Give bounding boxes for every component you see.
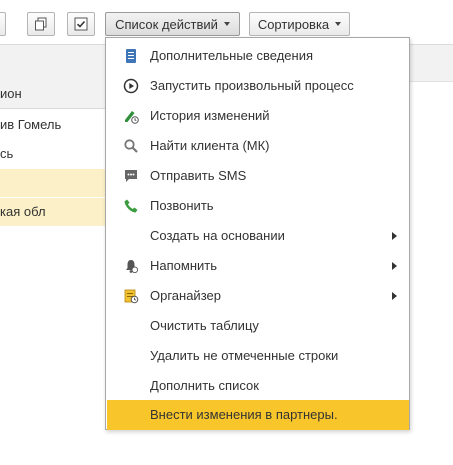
toolbar-button-partial[interactable] <box>0 12 6 36</box>
actions-list-label: Список действий <box>115 16 218 32</box>
menu-item-label: Внести изменения в партнеры. <box>150 407 338 422</box>
sort-button[interactable]: Сортировка <box>249 12 350 36</box>
table-cell: ив Гомель <box>0 117 62 132</box>
menu-item-label: Дополнительные сведения <box>150 48 314 63</box>
column-header-label: ион <box>0 86 22 101</box>
menu-item-label: Позвонить <box>150 198 214 213</box>
chevron-down-icon <box>335 22 342 26</box>
menu-item-update-partners[interactable]: Внести изменения в партнеры. <box>107 400 409 430</box>
menu-item-delete-unmarked-rows[interactable]: Удалить не отмеченные строки <box>107 341 409 371</box>
copy-icon <box>35 17 47 31</box>
table-row[interactable]: кая обл <box>0 198 120 226</box>
menu-item-label: Очистить таблицу <box>150 318 259 333</box>
chevron-down-icon <box>223 22 230 26</box>
actions-list-button[interactable]: Список действий <box>105 12 240 36</box>
history-pencil-icon <box>125 111 139 124</box>
menu-item-append-list[interactable]: Дополнить список <box>107 371 409 401</box>
menu-item-label: Найти клиента (МК) <box>150 138 270 153</box>
menu-item-label: Удалить не отмеченные строки <box>150 348 339 363</box>
menu-item-label: Органайзер <box>150 288 221 303</box>
menu-item-label: Создать на основании <box>150 228 285 243</box>
menu-item-organizer[interactable]: Органайзер <box>107 281 409 311</box>
search-icon <box>124 139 138 153</box>
menu-item-additional-info[interactable]: Дополнительные сведения <box>107 41 409 71</box>
submenu-arrow-icon <box>392 232 397 240</box>
checkbox-checked-icon <box>74 17 88 31</box>
menu-item-label: Отправить SMS <box>150 168 247 183</box>
screen: Список действий Сортировка ион ив Гомель… <box>0 0 453 465</box>
column-header-region[interactable]: ион <box>0 80 120 109</box>
menu-item-find-client[interactable]: Найти клиента (МК) <box>107 131 409 161</box>
menu-item-label: Напомнить <box>150 258 217 273</box>
menu-item-change-history[interactable]: История изменений <box>107 101 409 131</box>
menu-item-label: Дополнить список <box>150 378 259 393</box>
organizer-icon <box>124 289 139 304</box>
copy-button[interactable] <box>27 12 55 36</box>
menu-item-clear-table[interactable]: Очистить таблицу <box>107 311 409 341</box>
menu-item-label: История изменений <box>150 108 270 123</box>
table-row[interactable] <box>0 169 120 197</box>
table-row[interactable]: ив Гомель <box>0 111 120 139</box>
actions-dropdown-menu: Дополнительные сведения Запустить произв… <box>105 37 410 430</box>
menu-item-create-based-on[interactable]: Создать на основании <box>107 221 409 251</box>
menu-item-remind[interactable]: Напомнить <box>107 251 409 281</box>
check-all-button[interactable] <box>67 12 95 36</box>
play-circle-icon <box>123 78 139 94</box>
chat-bubble-icon <box>125 170 137 182</box>
phone-icon <box>124 199 138 213</box>
menu-item-start-process[interactable]: Запустить произвольный процесс <box>107 71 409 101</box>
submenu-arrow-icon <box>392 262 397 270</box>
submenu-arrow-icon <box>392 292 397 300</box>
document-icon <box>126 49 136 63</box>
menu-item-send-sms[interactable]: Отправить SMS <box>107 161 409 191</box>
table-cell: кая обл <box>0 204 46 219</box>
table-row[interactable]: сь <box>0 140 120 168</box>
menu-item-label: Запустить произвольный процесс <box>150 78 354 93</box>
sort-label: Сортировка <box>257 16 330 32</box>
menu-item-call[interactable]: Позвонить <box>107 191 409 221</box>
table-cell: сь <box>0 146 14 161</box>
bell-icon <box>126 260 139 274</box>
